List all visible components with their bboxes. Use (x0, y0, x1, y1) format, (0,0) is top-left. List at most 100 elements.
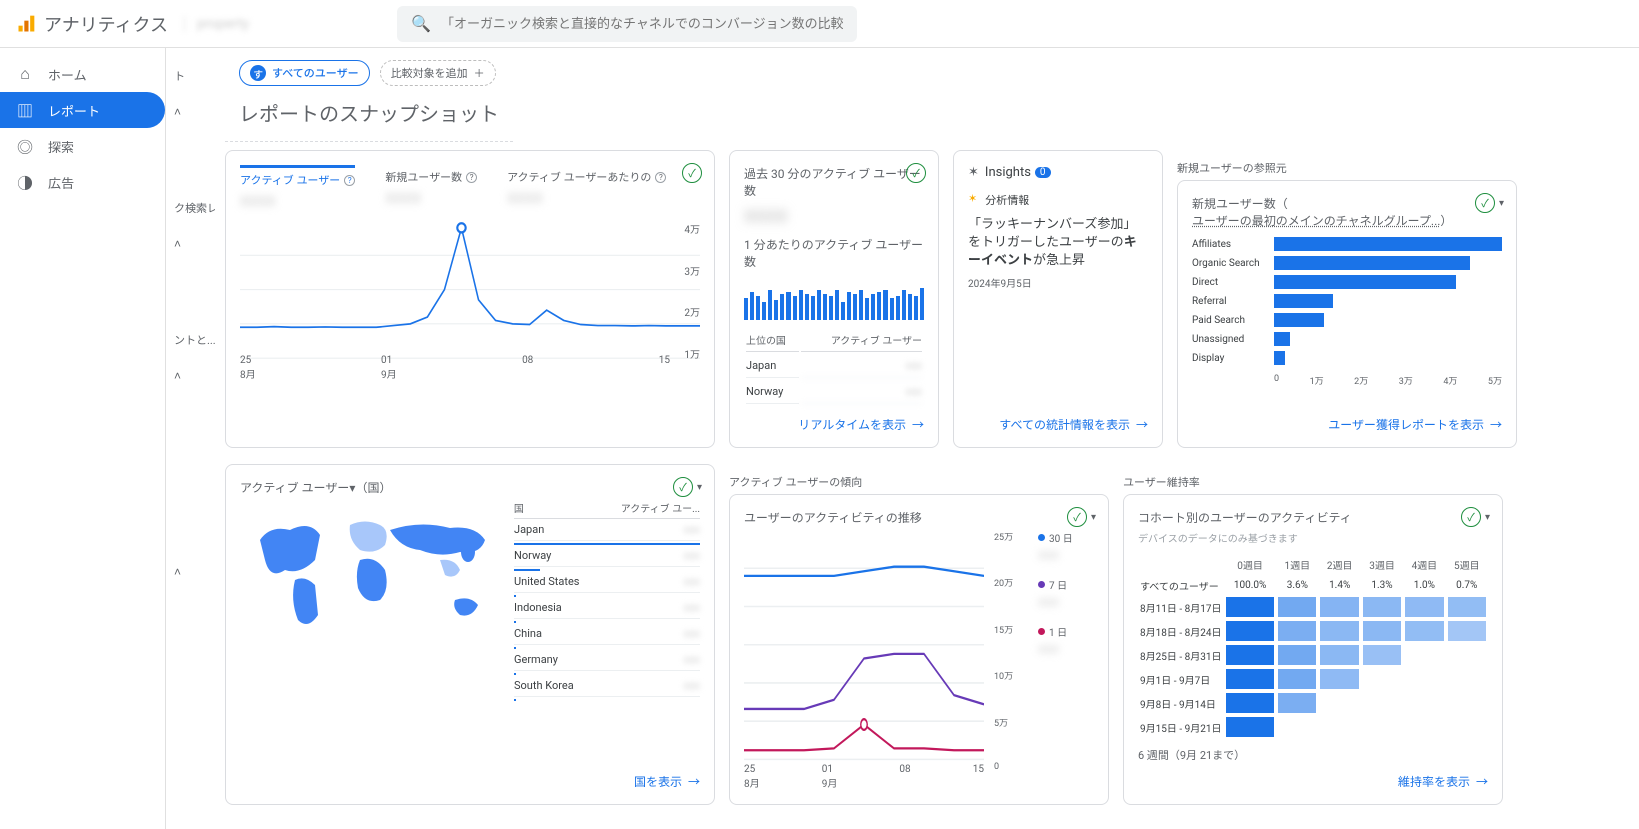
pill-add-compare[interactable]: 比較対象を追加＋ (380, 60, 496, 86)
country-row[interactable]: United Statesxxx (514, 571, 700, 593)
help-icon[interactable]: ? (466, 172, 477, 183)
help-icon[interactable]: ? (655, 172, 666, 183)
sidebar-item-label: レポート (48, 101, 100, 120)
logo[interactable]: アナリティクス (16, 11, 168, 37)
arrow-right-icon: → (912, 416, 924, 433)
country-link[interactable]: 国を表示→ (240, 763, 700, 790)
bar-row[interactable]: Display (1192, 351, 1502, 365)
cohort-link[interactable]: 維持率を表示→ (1138, 763, 1488, 790)
overview-card: ✓ アクティブ ユーザー?xxxx 新規ユーザー数?xxxx アクティブ ユーザーあ… (225, 150, 715, 448)
sec-item[interactable]: ˄ (166, 226, 215, 262)
table-row[interactable]: Japanxxx (746, 354, 922, 378)
bar-row[interactable]: Organic Search (1192, 256, 1502, 270)
property-name[interactable]: property (184, 16, 261, 32)
chevron-up-icon: ˄ (174, 105, 181, 119)
sec-item[interactable]: ˄ (166, 358, 215, 394)
check-icon[interactable]: ✓ (673, 477, 693, 497)
metric-tab[interactable]: 新規ユーザー数?xxxx (385, 165, 477, 211)
table-row[interactable]: Norwayxxx (746, 380, 922, 404)
chevron-up-icon: ˄ (174, 369, 181, 383)
insight-text[interactable]: 「ラッキーナンバーズ参加」をトリガーしたユーザーのキーイベントが急上昇 (968, 216, 1148, 271)
primary-sidebar: ⌂ ホーム ▥ レポート ◎探索 ◑ 広告 (0, 48, 165, 829)
activity-title: ユーザーのアクティビティの推移 (744, 509, 1094, 526)
sidebar-item-label: 広告 (48, 173, 74, 192)
acquisition-title[interactable]: 新規ユーザー数（ ユーザーの最初のメインのチャネルグループ...） (1192, 195, 1502, 229)
bar-row[interactable]: Paid Search (1192, 313, 1502, 327)
cohort-row[interactable]: 9月1日 - 9月7日 (1138, 667, 1488, 691)
insights-card: ✶ Insights 0 ✶ 分析情報 「ラッキーナンバーズ参加」をトリガーした… (953, 150, 1163, 448)
cohort-row[interactable]: 9月8日 - 9月14日 (1138, 691, 1488, 715)
sec-item[interactable]: ト (166, 58, 215, 94)
country-row[interactable]: Japanxxx (514, 519, 700, 541)
sparkle-icon: ✶ (968, 165, 979, 180)
country-row[interactable]: Indonesiaxxx (514, 597, 700, 619)
country-title[interactable]: アクティブ ユーザー▾（国） (240, 479, 700, 496)
help-icon[interactable]: ? (344, 175, 355, 186)
cohort-row[interactable]: 8月11日 - 8月17日 (1138, 595, 1488, 619)
section-label-activity: アクティブ ユーザーの傾向 (729, 474, 1109, 490)
check-icon[interactable]: ✓ (1475, 193, 1495, 213)
search-icon: 🔍 (411, 14, 431, 33)
overview-chart: 4万3万2万1万 25 8月01 9月0815 (240, 221, 700, 381)
cohort-sub: デバイスのデータにのみ基づきます (1138, 530, 1488, 545)
insights-link[interactable]: すべての統計情報を表示→ (968, 406, 1148, 433)
pill-badge-icon: す (250, 65, 266, 81)
search-box[interactable]: 🔍 (397, 6, 857, 42)
country-row[interactable]: Norwayxxx (514, 545, 700, 567)
check-icon[interactable]: ✓ (682, 163, 702, 183)
plus-icon: ＋ (474, 65, 485, 81)
sec-item[interactable]: ントと... (166, 322, 215, 358)
analytics-logo-icon (16, 14, 36, 34)
country-card: ✓ ▾ アクティブ ユーザー▾（国） (225, 464, 715, 805)
arrow-right-icon: → (1136, 416, 1148, 433)
check-icon[interactable]: ✓ (906, 163, 926, 183)
sec-item[interactable]: ク検索レ... (166, 190, 215, 226)
cohort-row[interactable]: 8月18日 - 8月24日 (1138, 619, 1488, 643)
arrow-right-icon: → (1476, 773, 1488, 790)
pill-all-users[interactable]: すすべてのユーザー (239, 60, 370, 86)
acquisition-link[interactable]: ユーザー獲得レポートを表示→ (1192, 406, 1502, 433)
realtime-bars (744, 280, 924, 320)
cohort-row[interactable]: 9月15日 - 9月21日 (1138, 715, 1488, 739)
country-row[interactable]: Chinaxxx (514, 623, 700, 645)
sidebar-item-home[interactable]: ⌂ ホーム (0, 56, 165, 92)
ads-icon: ◑ (16, 170, 34, 194)
realtime-title: 過去 30 分のアクティブ ユーザー数 (744, 165, 924, 199)
sidebar-item-reports[interactable]: ▥ レポート (0, 92, 165, 128)
arrow-right-icon: → (1490, 416, 1502, 433)
sidebar-item-label: ホーム (48, 65, 87, 84)
section-label-acquisition: 新規ユーザーの参照元 (1177, 160, 1517, 176)
sidebar-item-label: 探索 (48, 137, 74, 156)
realtime-card: ✓ 過去 30 分のアクティブ ユーザー数 xxxx 1 分あたりのアクティブ … (729, 150, 939, 448)
bar-row[interactable]: Unassigned (1192, 332, 1502, 346)
page-title: レポートのスナップショット (225, 92, 513, 142)
realtime-link[interactable]: リアルタイムを表示→ (744, 406, 924, 433)
world-map[interactable] (240, 500, 500, 763)
chevron-down-icon[interactable]: ▾ (1485, 512, 1490, 523)
activity-card: ✓▾ ユーザーのアクティビティの推移 25 8月01 9月0815 25万20万… (729, 494, 1109, 805)
reports-icon: ▥ (16, 98, 34, 122)
country-row[interactable]: South Koreaxxx (514, 675, 700, 697)
bar-row[interactable]: Referral (1192, 294, 1502, 308)
sec-item[interactable]: ˄ (166, 94, 215, 130)
cohort-row[interactable]: 8月25日 - 8月31日 (1138, 643, 1488, 667)
bar-row[interactable]: Direct (1192, 275, 1502, 289)
sidebar-item-ads[interactable]: ◑ 広告 (0, 164, 165, 200)
check-icon[interactable]: ✓ (1461, 507, 1481, 527)
country-row[interactable]: Germanyxxx (514, 649, 700, 671)
search-input[interactable] (441, 16, 843, 31)
check-icon[interactable]: ✓ (1067, 507, 1087, 527)
metric-tab[interactable]: アクティブ ユーザー?xxxx (240, 165, 355, 211)
chevron-down-icon[interactable]: ▾ (1499, 198, 1504, 209)
chevron-up-icon: ˄ (174, 565, 181, 579)
home-icon: ⌂ (16, 64, 34, 84)
sparkle-icon: ✶ (968, 192, 977, 208)
sidebar-item-explore[interactable]: ◎探索 (0, 128, 165, 164)
chevron-down-icon[interactable]: ▾ (1091, 512, 1096, 523)
sec-item[interactable]: ˄ (166, 554, 215, 590)
chevron-down-icon[interactable]: ▾ (697, 482, 702, 493)
bar-row[interactable]: Affiliates (1192, 237, 1502, 251)
insights-badge: 0 (1035, 167, 1051, 178)
metric-tab[interactable]: アクティブ ユーザーあたりの?xxxx (507, 165, 666, 211)
insights-detail-label: 分析情報 (985, 192, 1029, 208)
